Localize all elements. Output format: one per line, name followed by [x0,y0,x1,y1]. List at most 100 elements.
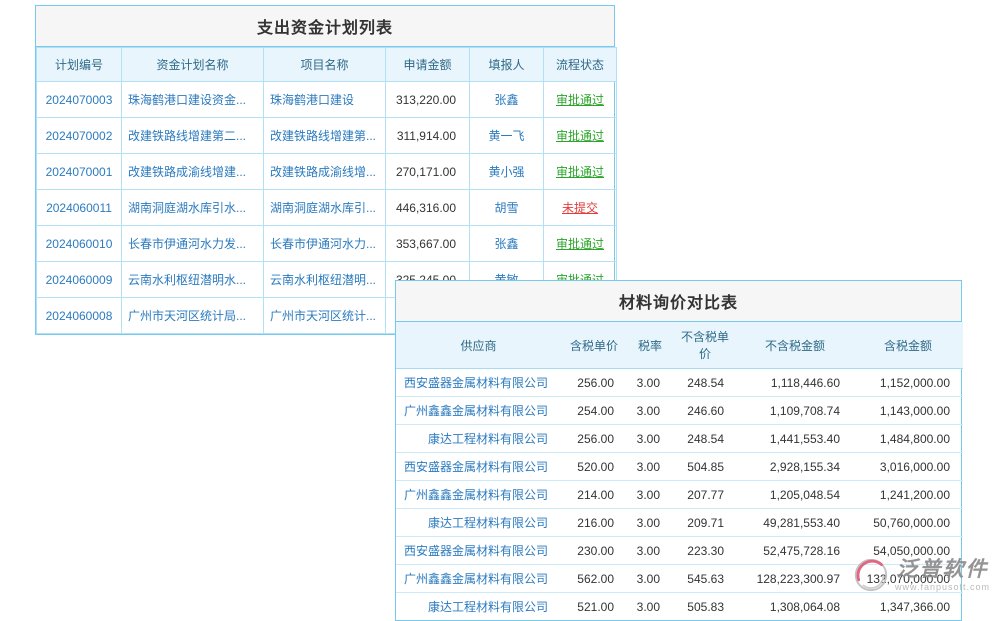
net-unit-price-cell: 209.71 [673,509,737,537]
tax-unit-price-cell: 562.00 [561,565,627,593]
net-amount-cell: 52,475,728.16 [737,537,853,565]
tax-unit-price-cell: 216.00 [561,509,627,537]
tax-rate-cell: 3.00 [627,509,673,537]
table-row: 2024070003珠海鹤港口建设资金...珠海鹤港口建设313,220.00张… [37,82,617,118]
table-row: 康达工程材料有限公司256.003.00248.541,441,553.401,… [396,425,963,453]
plan-id-cell[interactable]: 2024070003 [37,82,122,118]
col-header-net-price: 不含税单价 [673,322,737,369]
tax-amount-cell: 1,484,800.00 [853,425,963,453]
col-header-fund-plan: 资金计划名称 [122,48,264,82]
vendor-watermark: 泛普软件 www.fanpusoft.com [852,556,990,594]
reporter-cell[interactable]: 胡雪 [470,190,544,226]
apply-amount-cell: 270,171.00 [386,154,470,190]
net-amount-cell: 2,928,155.34 [737,453,853,481]
table-row: 广州鑫鑫金属材料有限公司214.003.00207.771,205,048.54… [396,481,963,509]
reporter-cell[interactable]: 黄一飞 [470,118,544,154]
tax-rate-cell: 3.00 [627,537,673,565]
project-name-cell[interactable]: 云南水利枢纽潜明... [264,262,386,298]
net-unit-price-cell: 223.30 [673,537,737,565]
reporter-cell[interactable]: 张鑫 [470,226,544,262]
supplier-cell[interactable]: 广州鑫鑫金属材料有限公司 [396,397,561,425]
tax-unit-price-cell: 520.00 [561,453,627,481]
table-row: 西安盛器金属材料有限公司256.003.00248.541,118,446.60… [396,369,963,397]
plan-id-cell[interactable]: 2024060011 [37,190,122,226]
tax-unit-price-cell: 214.00 [561,481,627,509]
plan-id-cell[interactable]: 2024060008 [37,298,122,334]
col-header-tax-price: 含税单价 [561,322,627,369]
expenditure-plan-title: 支出资金计划列表 [36,6,614,47]
plan-id-cell[interactable]: 2024070002 [37,118,122,154]
table-row: 西安盛器金属材料有限公司520.003.00504.852,928,155.34… [396,453,963,481]
tax-rate-cell: 3.00 [627,397,673,425]
plan-id-cell[interactable]: 2024060010 [37,226,122,262]
supplier-cell[interactable]: 广州鑫鑫金属材料有限公司 [396,481,561,509]
table-row: 2024070001改建铁路成渝线增建...改建铁路成渝线增...270,171… [37,154,617,190]
tax-rate-cell: 3.00 [627,565,673,593]
supplier-cell[interactable]: 西安盛器金属材料有限公司 [396,453,561,481]
flow-status-cell[interactable]: 审批通过 [544,82,617,118]
tax-unit-price-cell: 254.00 [561,397,627,425]
net-amount-cell: 128,223,300.97 [737,565,853,593]
material-inquiry-title: 材料询价对比表 [396,281,961,322]
project-name-cell[interactable]: 改建铁路成渝线增... [264,154,386,190]
reporter-cell[interactable]: 张鑫 [470,82,544,118]
supplier-cell[interactable]: 广州鑫鑫金属材料有限公司 [396,565,561,593]
project-name-cell[interactable]: 湖南洞庭湖水库引... [264,190,386,226]
flow-status-cell[interactable]: 审批通过 [544,226,617,262]
col-header-tax-amount: 含税金额 [853,322,963,369]
table-row: 广州鑫鑫金属材料有限公司254.003.00246.601,109,708.74… [396,397,963,425]
net-amount-cell: 1,308,064.08 [737,593,853,621]
fund-plan-name-cell[interactable]: 长春市伊通河水力发... [122,226,264,262]
tax-rate-cell: 3.00 [627,369,673,397]
tax-amount-cell: 50,760,000.00 [853,509,963,537]
net-unit-price-cell: 248.54 [673,425,737,453]
plan-id-cell[interactable]: 2024060009 [37,262,122,298]
net-amount-cell: 1,109,708.74 [737,397,853,425]
project-name-cell[interactable]: 珠海鹤港口建设 [264,82,386,118]
net-amount-cell: 49,281,553.40 [737,509,853,537]
flow-status-cell[interactable]: 未提交 [544,190,617,226]
apply-amount-cell: 353,667.00 [386,226,470,262]
flow-status-cell[interactable]: 审批通过 [544,118,617,154]
tax-rate-cell: 3.00 [627,481,673,509]
tax-amount-cell: 1,143,000.00 [853,397,963,425]
tax-amount-cell: 3,016,000.00 [853,453,963,481]
col-header-project: 项目名称 [264,48,386,82]
flow-status-cell[interactable]: 审批通过 [544,154,617,190]
supplier-cell[interactable]: 西安盛器金属材料有限公司 [396,369,561,397]
col-header-reporter: 填报人 [470,48,544,82]
tax-amount-cell: 1,152,000.00 [853,369,963,397]
fund-plan-name-cell[interactable]: 改建铁路成渝线增建... [122,154,264,190]
col-header-plan-id: 计划编号 [37,48,122,82]
project-name-cell[interactable]: 长春市伊通河水力... [264,226,386,262]
fanpu-logo-icon [852,556,890,594]
supplier-cell[interactable]: 康达工程材料有限公司 [396,509,561,537]
table-row: 康达工程材料有限公司521.003.00505.831,308,064.081,… [396,593,963,621]
tax-rate-cell: 3.00 [627,425,673,453]
supplier-cell[interactable]: 康达工程材料有限公司 [396,425,561,453]
plan-header-row: 计划编号 资金计划名称 项目名称 申请金额 填报人 流程状态 [37,48,617,82]
vendor-url: www.fanpusoft.com [895,582,990,592]
supplier-cell[interactable]: 西安盛器金属材料有限公司 [396,537,561,565]
plan-id-cell[interactable]: 2024070001 [37,154,122,190]
fund-plan-name-cell[interactable]: 广州市天河区统计局... [122,298,264,334]
fund-plan-name-cell[interactable]: 改建铁路线增建第二... [122,118,264,154]
tax-unit-price-cell: 230.00 [561,537,627,565]
fund-plan-name-cell[interactable]: 湖南洞庭湖水库引水... [122,190,264,226]
tax-amount-cell: 1,347,366.00 [853,593,963,621]
table-row: 2024060011湖南洞庭湖水库引水...湖南洞庭湖水库引...446,316… [37,190,617,226]
table-row: 2024060010长春市伊通河水力发...长春市伊通河水力...353,667… [37,226,617,262]
tax-unit-price-cell: 521.00 [561,593,627,621]
apply-amount-cell: 313,220.00 [386,82,470,118]
project-name-cell[interactable]: 广州市天河区统计... [264,298,386,334]
net-unit-price-cell: 207.77 [673,481,737,509]
reporter-cell[interactable]: 黄小强 [470,154,544,190]
col-header-apply-amount: 申请金额 [386,48,470,82]
col-header-supplier: 供应商 [396,322,561,369]
fund-plan-name-cell[interactable]: 云南水利枢纽潜明水... [122,262,264,298]
col-header-net-amount: 不含税金额 [737,322,853,369]
supplier-cell[interactable]: 康达工程材料有限公司 [396,593,561,621]
project-name-cell[interactable]: 改建铁路线增建第... [264,118,386,154]
net-amount-cell: 1,118,446.60 [737,369,853,397]
fund-plan-name-cell[interactable]: 珠海鹤港口建设资金... [122,82,264,118]
